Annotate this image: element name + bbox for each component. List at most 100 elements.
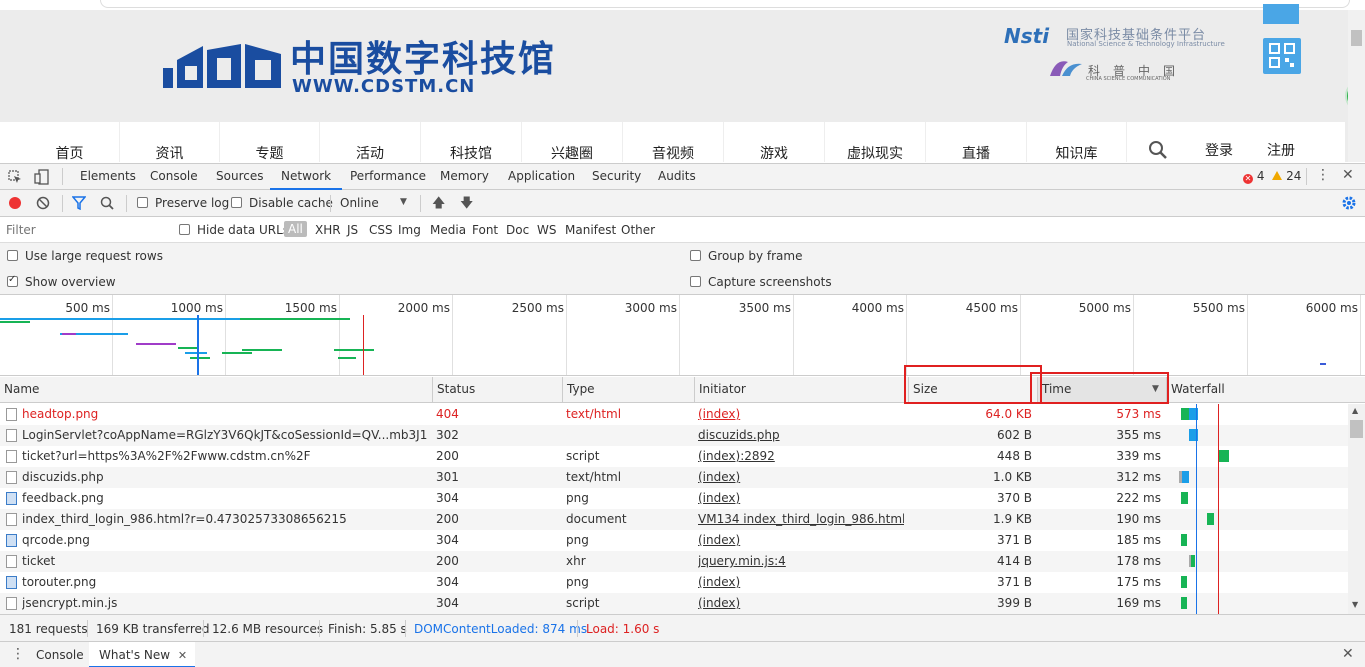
close-drawer-icon[interactable]: ✕ xyxy=(1342,646,1354,662)
table-scrollbar-thumb[interactable] xyxy=(1350,420,1363,438)
column-name[interactable]: Name xyxy=(0,377,432,403)
table-row[interactable]: torouter.png 304 png (index) 371 B 175 ms xyxy=(0,572,1348,593)
group-by-frame-checkbox[interactable] xyxy=(690,250,701,261)
nav-home[interactable]: 首页 xyxy=(20,122,120,162)
more-options-icon[interactable]: ⋮ xyxy=(1316,167,1330,183)
preserve-log-checkbox[interactable] xyxy=(137,197,148,208)
device-toolbar-icon[interactable] xyxy=(34,169,50,185)
table-row[interactable]: qrcode.png 304 png (index) 371 B 185 ms xyxy=(0,530,1348,551)
tab-application[interactable]: Application xyxy=(508,164,575,190)
filter-type-xhr[interactable]: XHR xyxy=(315,223,341,237)
tab-security[interactable]: Security xyxy=(592,164,641,190)
column-type[interactable]: Type xyxy=(562,377,694,403)
request-name[interactable]: LoginServlet?coAppName=RGlzY3V6QkJT&coSe… xyxy=(22,425,428,446)
nav-events[interactable]: 活动 xyxy=(320,122,421,162)
drawer-tab-console[interactable]: Console xyxy=(36,648,84,662)
scroll-down-icon[interactable]: ▼ xyxy=(1352,600,1358,609)
waterfall-bar[interactable] xyxy=(1181,408,1189,420)
request-name[interactable]: ticket?url=https%3A%2F%2Fwww.cdstm.cn%2F xyxy=(22,446,428,467)
table-row[interactable]: index_third_login_986.html?r=0.473025733… xyxy=(0,509,1348,530)
nav-news[interactable]: 资讯 xyxy=(120,122,220,162)
filter-type-img[interactable]: Img xyxy=(398,223,421,237)
record-icon[interactable] xyxy=(9,197,21,209)
request-name[interactable]: jsencrypt.min.js xyxy=(22,593,428,614)
filter-type-all[interactable]: All xyxy=(284,221,307,237)
request-name[interactable]: qrcode.png xyxy=(22,530,428,551)
drawer-menu-icon[interactable]: ⋮ xyxy=(11,646,25,662)
clear-icon[interactable] xyxy=(36,196,50,210)
table-row[interactable]: headtop.png 404 text/html (index) 64.0 KB 573… xyxy=(0,404,1348,425)
tab-memory[interactable]: Memory xyxy=(440,164,489,190)
filter-type-js[interactable]: JS xyxy=(347,223,358,237)
filter-type-other[interactable]: Other xyxy=(621,223,655,237)
waterfall-bar[interactable] xyxy=(1191,555,1195,567)
waterfall-bar[interactable] xyxy=(1181,492,1188,504)
disable-cache-checkbox[interactable] xyxy=(231,197,242,208)
column-status[interactable]: Status xyxy=(432,377,562,403)
waterfall-bar[interactable] xyxy=(1219,450,1229,462)
search-icon[interactable] xyxy=(100,196,114,210)
request-initiator[interactable]: (index) xyxy=(698,467,904,488)
request-name[interactable]: torouter.png xyxy=(22,572,428,593)
request-initiator[interactable]: (index) xyxy=(698,593,904,614)
request-initiator[interactable]: discuzids.php xyxy=(698,425,904,446)
table-row[interactable]: discuzids.php 301 text/html (index) 1.0 KB 31… xyxy=(0,467,1348,488)
nav-knowledge[interactable]: 知识库 xyxy=(1027,122,1127,162)
request-initiator[interactable]: VM134 index_third_login_986.html:56 xyxy=(698,509,904,530)
nav-live[interactable]: 直播 xyxy=(926,122,1027,162)
throttling-select[interactable]: Online xyxy=(340,196,379,210)
tab-elements[interactable]: Elements xyxy=(80,164,136,190)
register-link[interactable]: 注册 xyxy=(1267,140,1295,160)
tab-network[interactable]: Network xyxy=(270,164,343,190)
request-initiator[interactable]: (index) xyxy=(698,572,904,593)
import-har-icon[interactable]: 🡅 xyxy=(432,194,445,216)
request-initiator[interactable]: (index) xyxy=(698,530,904,551)
nsti-logo[interactable]: Nsti xyxy=(1004,24,1049,48)
scroll-up-icon[interactable]: ▲ xyxy=(1352,406,1358,415)
tab-performance[interactable]: Performance xyxy=(350,164,426,190)
request-name[interactable]: ticket xyxy=(22,551,428,572)
large-rows-checkbox[interactable] xyxy=(7,250,18,261)
column-initiator[interactable]: Initiator xyxy=(694,377,908,403)
filter-type-css[interactable]: CSS xyxy=(369,223,393,237)
request-initiator[interactable]: jquery.min.js:4 xyxy=(698,551,904,572)
request-name[interactable]: index_third_login_986.html?r=0.473025733… xyxy=(22,509,428,530)
request-name[interactable]: headtop.png xyxy=(22,404,428,425)
waterfall-bar[interactable] xyxy=(1182,471,1189,483)
table-row[interactable]: feedback.png 304 png (index) 370 B 222 ms xyxy=(0,488,1348,509)
request-initiator[interactable]: (index) xyxy=(698,488,904,509)
close-devtools-icon[interactable]: ✕ xyxy=(1342,167,1354,183)
nav-museum[interactable]: 科技馆 xyxy=(421,122,522,162)
request-initiator[interactable]: (index):2892 xyxy=(698,446,904,467)
drawer-tab-whats-new[interactable]: What's New ✕ xyxy=(89,642,196,667)
filter-icon[interactable] xyxy=(72,196,86,210)
request-name[interactable]: feedback.png xyxy=(22,488,428,509)
export-har-icon[interactable]: 🡇 xyxy=(460,194,473,216)
qrcode-icon[interactable] xyxy=(1263,38,1301,74)
nav-topics[interactable]: 专题 xyxy=(220,122,320,162)
request-name[interactable]: discuzids.php xyxy=(22,467,428,488)
close-tab-icon[interactable]: ✕ xyxy=(178,649,187,662)
settings-gear-icon[interactable] xyxy=(1341,195,1357,211)
table-row[interactable]: ticket 200 xhr jquery.min.js:4 414 B 178 ms xyxy=(0,551,1348,572)
request-initiator[interactable]: (index) xyxy=(698,404,904,425)
filter-input[interactable] xyxy=(2,221,166,239)
tab-audits[interactable]: Audits xyxy=(658,164,696,190)
filter-type-manifest[interactable]: Manifest xyxy=(565,223,616,237)
tab-console[interactable]: Console xyxy=(150,164,198,190)
nav-video[interactable]: 音视频 xyxy=(623,122,724,162)
table-row[interactable]: ticket?url=https%3A%2F%2Fwww.cdstm.cn%2F… xyxy=(0,446,1348,467)
show-overview-checkbox[interactable] xyxy=(7,274,18,287)
issue-counter[interactable]: ✕ 4 24 xyxy=(1243,169,1301,184)
table-row[interactable]: LoginServlet?coAppName=RGlzY3V6QkJT&coSe… xyxy=(0,425,1348,446)
table-row[interactable]: jsencrypt.min.js 304 script (index) 399 B 169… xyxy=(0,593,1348,614)
site-logo-text[interactable]: 中国数字科技馆 xyxy=(290,40,556,80)
chevron-down-icon[interactable]: ▼ xyxy=(400,197,407,207)
nav-games[interactable]: 游戏 xyxy=(724,122,825,162)
page-scrollbar-thumb[interactable] xyxy=(1351,30,1362,46)
timeline-overview[interactable]: 500 ms 1000 ms 1500 ms 2000 ms 2500 ms 3… xyxy=(0,295,1365,376)
filter-type-media[interactable]: Media xyxy=(430,223,466,237)
inspect-element-icon[interactable] xyxy=(8,170,22,184)
login-link[interactable]: 登录 xyxy=(1205,140,1233,160)
nav-interest[interactable]: 兴趣圈 xyxy=(522,122,623,162)
